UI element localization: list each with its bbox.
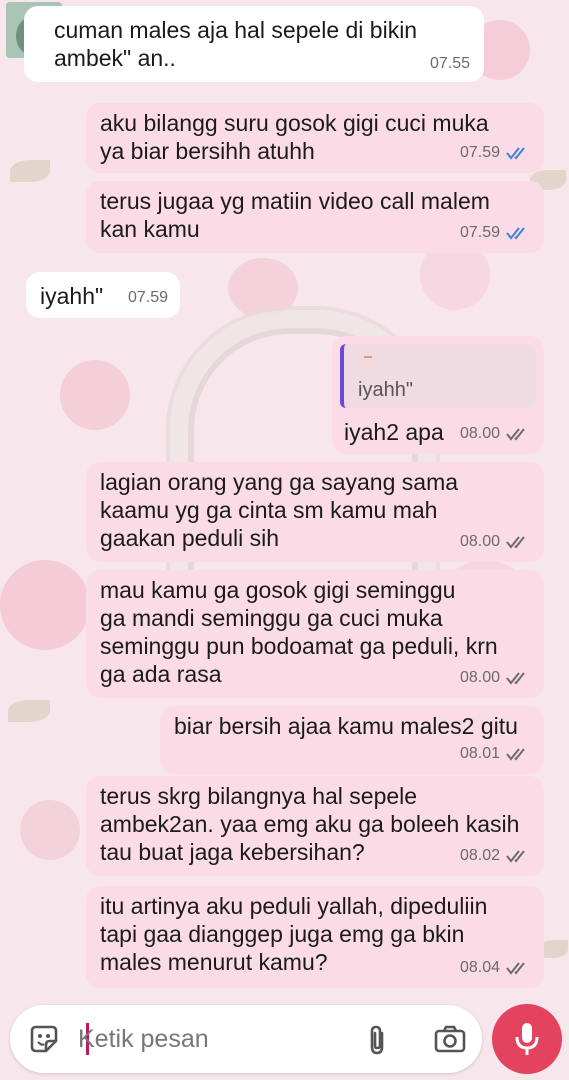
message-time: 07.59 (459, 144, 500, 161)
message-outgoing[interactable]: mau kamu ga gosok gigi seminggu ga mandi… (86, 570, 544, 698)
double-check-icon (506, 147, 525, 160)
sticker-icon[interactable] (28, 1023, 60, 1055)
message-outgoing[interactable]: terus skrg bilangnya hal sepele ambek2an… (86, 776, 544, 876)
message-time: 07.59 (127, 289, 168, 306)
message-incoming[interactable]: cuman males aja hal sepele di bikin ambe… (24, 6, 484, 82)
message-text: iyah2 apa (344, 419, 444, 445)
message-outgoing[interactable]: itu artinya aku peduli yallah, dipedulii… (86, 886, 544, 988)
double-check-icon (506, 748, 525, 761)
message-time: 08.04 (459, 959, 500, 976)
double-check-icon (506, 428, 525, 441)
quoted-text: iyahh" (358, 379, 413, 401)
double-check-icon (506, 850, 525, 863)
quoted-message[interactable]: iyahh" (340, 344, 536, 408)
double-check-icon (506, 962, 525, 975)
message-text: cuman males aja hal sepele di bikin ambe… (54, 17, 418, 71)
message-list[interactable]: cuman males aja hal sepele di bikin ambe… (0, 0, 569, 1000)
message-time: 08.01 (459, 745, 500, 762)
message-incoming[interactable]: iyahh" 07.59 (26, 272, 180, 318)
message-time: 07.55 (429, 55, 470, 72)
message-outgoing[interactable]: terus jugaa yg matiin video call malem k… (86, 181, 544, 253)
message-time: 08.00 (459, 533, 500, 550)
message-outgoing[interactable]: lagian orang yang ga sayang sama kaamu y… (86, 462, 544, 562)
message-text: biar bersih ajaa kamu males2 gitu (174, 713, 518, 739)
message-input[interactable]: Ketik pesan (78, 1025, 209, 1054)
double-check-icon (506, 536, 525, 549)
camera-icon[interactable] (434, 1025, 466, 1053)
double-check-icon (506, 672, 525, 685)
message-composer[interactable]: Ketik pesan (10, 1005, 482, 1073)
message-outgoing-reply[interactable]: iyahh" iyah2 apa 08.00 (332, 336, 544, 454)
voice-record-button[interactable] (492, 1004, 562, 1074)
message-time: 08.00 (459, 425, 500, 442)
message-outgoing[interactable]: aku bilangg suru gosok gigi cuci muka ya… (86, 103, 544, 173)
message-time: 08.02 (459, 847, 500, 864)
message-time: 08.00 (459, 669, 500, 686)
paperclip-icon[interactable] (364, 1023, 390, 1057)
double-check-icon (506, 227, 525, 240)
microphone-icon (515, 1023, 539, 1055)
message-time: 07.59 (459, 224, 500, 241)
message-outgoing[interactable]: biar bersih ajaa kamu males2 gitu 08.01 (160, 706, 544, 774)
